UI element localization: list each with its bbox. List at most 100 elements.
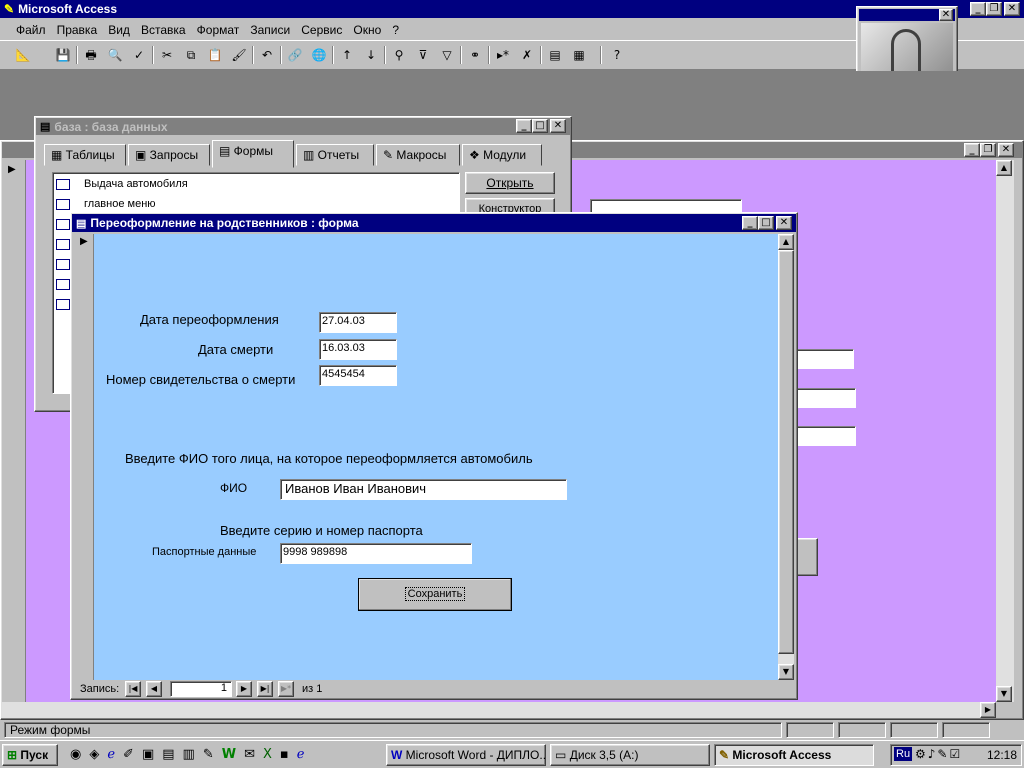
menu-insert[interactable]: Вставка <box>137 21 190 39</box>
sort-asc-icon[interactable]: ↑ <box>336 44 358 66</box>
menu-tools[interactable]: Сервис <box>297 21 346 39</box>
tray-icons[interactable]: ⚙♪✎☑ <box>915 747 962 761</box>
menu-window[interactable]: Окно <box>349 21 385 39</box>
undo-icon[interactable]: ↶ <box>256 44 278 66</box>
taskbar-word[interactable]: W Microsoft Word - ДИПЛО... <box>386 744 546 766</box>
tab-modules[interactable]: ❖ Модули <box>462 144 542 166</box>
nav-current-field[interactable]: 1 <box>170 681 232 697</box>
menu-edit[interactable]: Правка <box>53 21 102 39</box>
bg-field-4[interactable] <box>796 426 856 446</box>
preview-icon[interactable]: 🔍 <box>104 44 126 66</box>
word-icon[interactable]: W <box>222 747 244 762</box>
quicklaunch-icon[interactable]: ▥ <box>183 747 203 762</box>
bg-horizontal-scrollbar[interactable] <box>2 702 996 718</box>
menu-view[interactable]: Вид <box>104 21 134 39</box>
form-icon: ▤ <box>76 217 87 230</box>
web-icon[interactable]: 🌐 <box>308 44 330 66</box>
find-icon[interactable]: ⚭ <box>464 44 486 66</box>
new-object-icon[interactable]: ▦ <box>568 44 590 66</box>
date-death-field[interactable]: 16.03.03 <box>319 339 397 360</box>
start-button[interactable]: ⊞ Пуск <box>2 744 58 766</box>
ie-icon[interactable]: ℯ <box>297 747 313 762</box>
fio-field[interactable]: Иванов Иван Иванович <box>280 479 567 500</box>
restore-button[interactable]: ❐ <box>986 2 1002 16</box>
sort-desc-icon[interactable]: ↓ <box>360 44 382 66</box>
assistant-close-button[interactable]: ✕ <box>939 9 953 21</box>
filter-form-icon[interactable]: ⊽ <box>412 44 434 66</box>
taskbar-access[interactable]: ✎ Microsoft Access <box>714 744 874 766</box>
open-button[interactable]: Открыть <box>465 172 555 194</box>
db-minimize-button[interactable]: _ <box>516 119 532 133</box>
language-indicator[interactable]: Ru <box>894 747 913 761</box>
form-close-button[interactable]: ✕ <box>776 216 792 230</box>
taskbar-disk[interactable]: ▭ Диск 3,5 (A:) <box>550 744 710 766</box>
quicklaunch-icon[interactable]: ◉ <box>70 747 89 762</box>
spelling-icon[interactable]: ✓ <box>128 44 150 66</box>
cut-icon[interactable]: ✂ <box>156 44 178 66</box>
passport-field[interactable]: 9998 989898 <box>280 543 472 564</box>
list-item[interactable]: главное меню <box>56 194 156 214</box>
nav-first-button[interactable]: |◀ <box>125 681 141 697</box>
form-minimize-button[interactable]: _ <box>742 216 758 230</box>
bg-scroll-up[interactable]: ▲ <box>996 160 1012 176</box>
nav-last-button[interactable]: ▶| <box>257 681 273 697</box>
filter-selection-icon[interactable]: ⚲ <box>388 44 410 66</box>
tab-tables[interactable]: ▦ Таблицы <box>44 144 126 166</box>
form-scroll-up[interactable]: ▲ <box>778 234 794 250</box>
quicklaunch-icon[interactable]: ▤ <box>162 747 182 762</box>
format-painter-icon[interactable]: 🖌 <box>228 44 250 66</box>
bg-field-2[interactable] <box>796 349 854 369</box>
nav-new-button[interactable]: ▶* <box>278 681 294 697</box>
print-icon[interactable]: 🖶 <box>80 44 102 66</box>
nav-prev-button[interactable]: ◀ <box>146 681 162 697</box>
nav-next-button[interactable]: ▶ <box>236 681 252 697</box>
bg-button[interactable] <box>796 538 818 576</box>
quicklaunch-icon[interactable]: ✎ <box>203 747 222 762</box>
bg-scroll-right[interactable]: ▶ <box>980 702 996 718</box>
minimize-button[interactable]: _ <box>970 2 986 16</box>
quicklaunch-icon[interactable]: ✉ <box>244 747 263 762</box>
close-button[interactable]: ✕ <box>1004 2 1020 16</box>
apply-filter-icon[interactable]: ▽ <box>436 44 458 66</box>
form-scroll-thumb[interactable] <box>778 250 794 654</box>
quicklaunch-icon[interactable]: ✐ <box>123 747 142 762</box>
help-icon[interactable]: ? <box>606 44 628 66</box>
tab-queries[interactable]: ▣ Запросы <box>128 144 210 166</box>
database-window-icon[interactable]: ▤ <box>544 44 566 66</box>
bg-restore-button[interactable]: ❐ <box>980 143 996 157</box>
menu-file[interactable]: Файл <box>12 21 50 39</box>
new-record-icon[interactable]: ▸* <box>492 44 514 66</box>
bg-minimize-button[interactable]: _ <box>964 143 980 157</box>
menu-help[interactable]: ? <box>388 21 403 39</box>
form-maximize-button[interactable]: □ <box>758 216 774 230</box>
save-button[interactable]: Сохранить <box>358 578 512 611</box>
delete-record-icon[interactable]: ✗ <box>516 44 538 66</box>
bg-close-button[interactable]: ✕ <box>998 143 1014 157</box>
quicklaunch-icon[interactable]: ▣ <box>142 747 162 762</box>
paste-icon[interactable]: 📋 <box>204 44 226 66</box>
save-icon[interactable]: 💾 <box>52 44 74 66</box>
quicklaunch-icon[interactable]: ◈ <box>89 747 107 762</box>
date-reissue-field[interactable]: 27.04.03 <box>319 312 397 333</box>
bg-scroll-down[interactable]: ▼ <box>996 686 1012 702</box>
excel-icon[interactable]: X <box>263 747 280 762</box>
death-certificate-field[interactable]: 4545454 <box>319 365 397 386</box>
view-icon[interactable]: 📐 <box>12 44 34 66</box>
db-close-button[interactable]: ✕ <box>550 119 566 133</box>
db-maximize-button[interactable]: □ <box>532 119 548 133</box>
menu-records[interactable]: Записи <box>246 21 294 39</box>
bg-field-3[interactable] <box>796 388 856 408</box>
tab-forms[interactable]: ▤ Формы <box>212 140 294 168</box>
copy-icon[interactable]: ⧉ <box>180 44 202 66</box>
tab-reports[interactable]: ▥ Отчеты <box>296 144 374 166</box>
nav-label: Запись: <box>80 683 120 695</box>
list-item[interactable]: Выдача автомобиля <box>56 174 188 194</box>
bg-vertical-scrollbar[interactable] <box>996 160 1014 702</box>
tab-macros[interactable]: ✎ Макросы <box>376 144 460 166</box>
quicklaunch-icon[interactable]: ▪ <box>280 747 297 762</box>
hyperlink-icon[interactable]: 🔗 <box>284 44 306 66</box>
menu-format[interactable]: Формат <box>193 21 244 39</box>
form-scroll-down[interactable]: ▼ <box>778 664 794 680</box>
ie-icon[interactable]: ℯ <box>107 747 123 762</box>
date-death-label: Дата смерти <box>198 342 274 357</box>
